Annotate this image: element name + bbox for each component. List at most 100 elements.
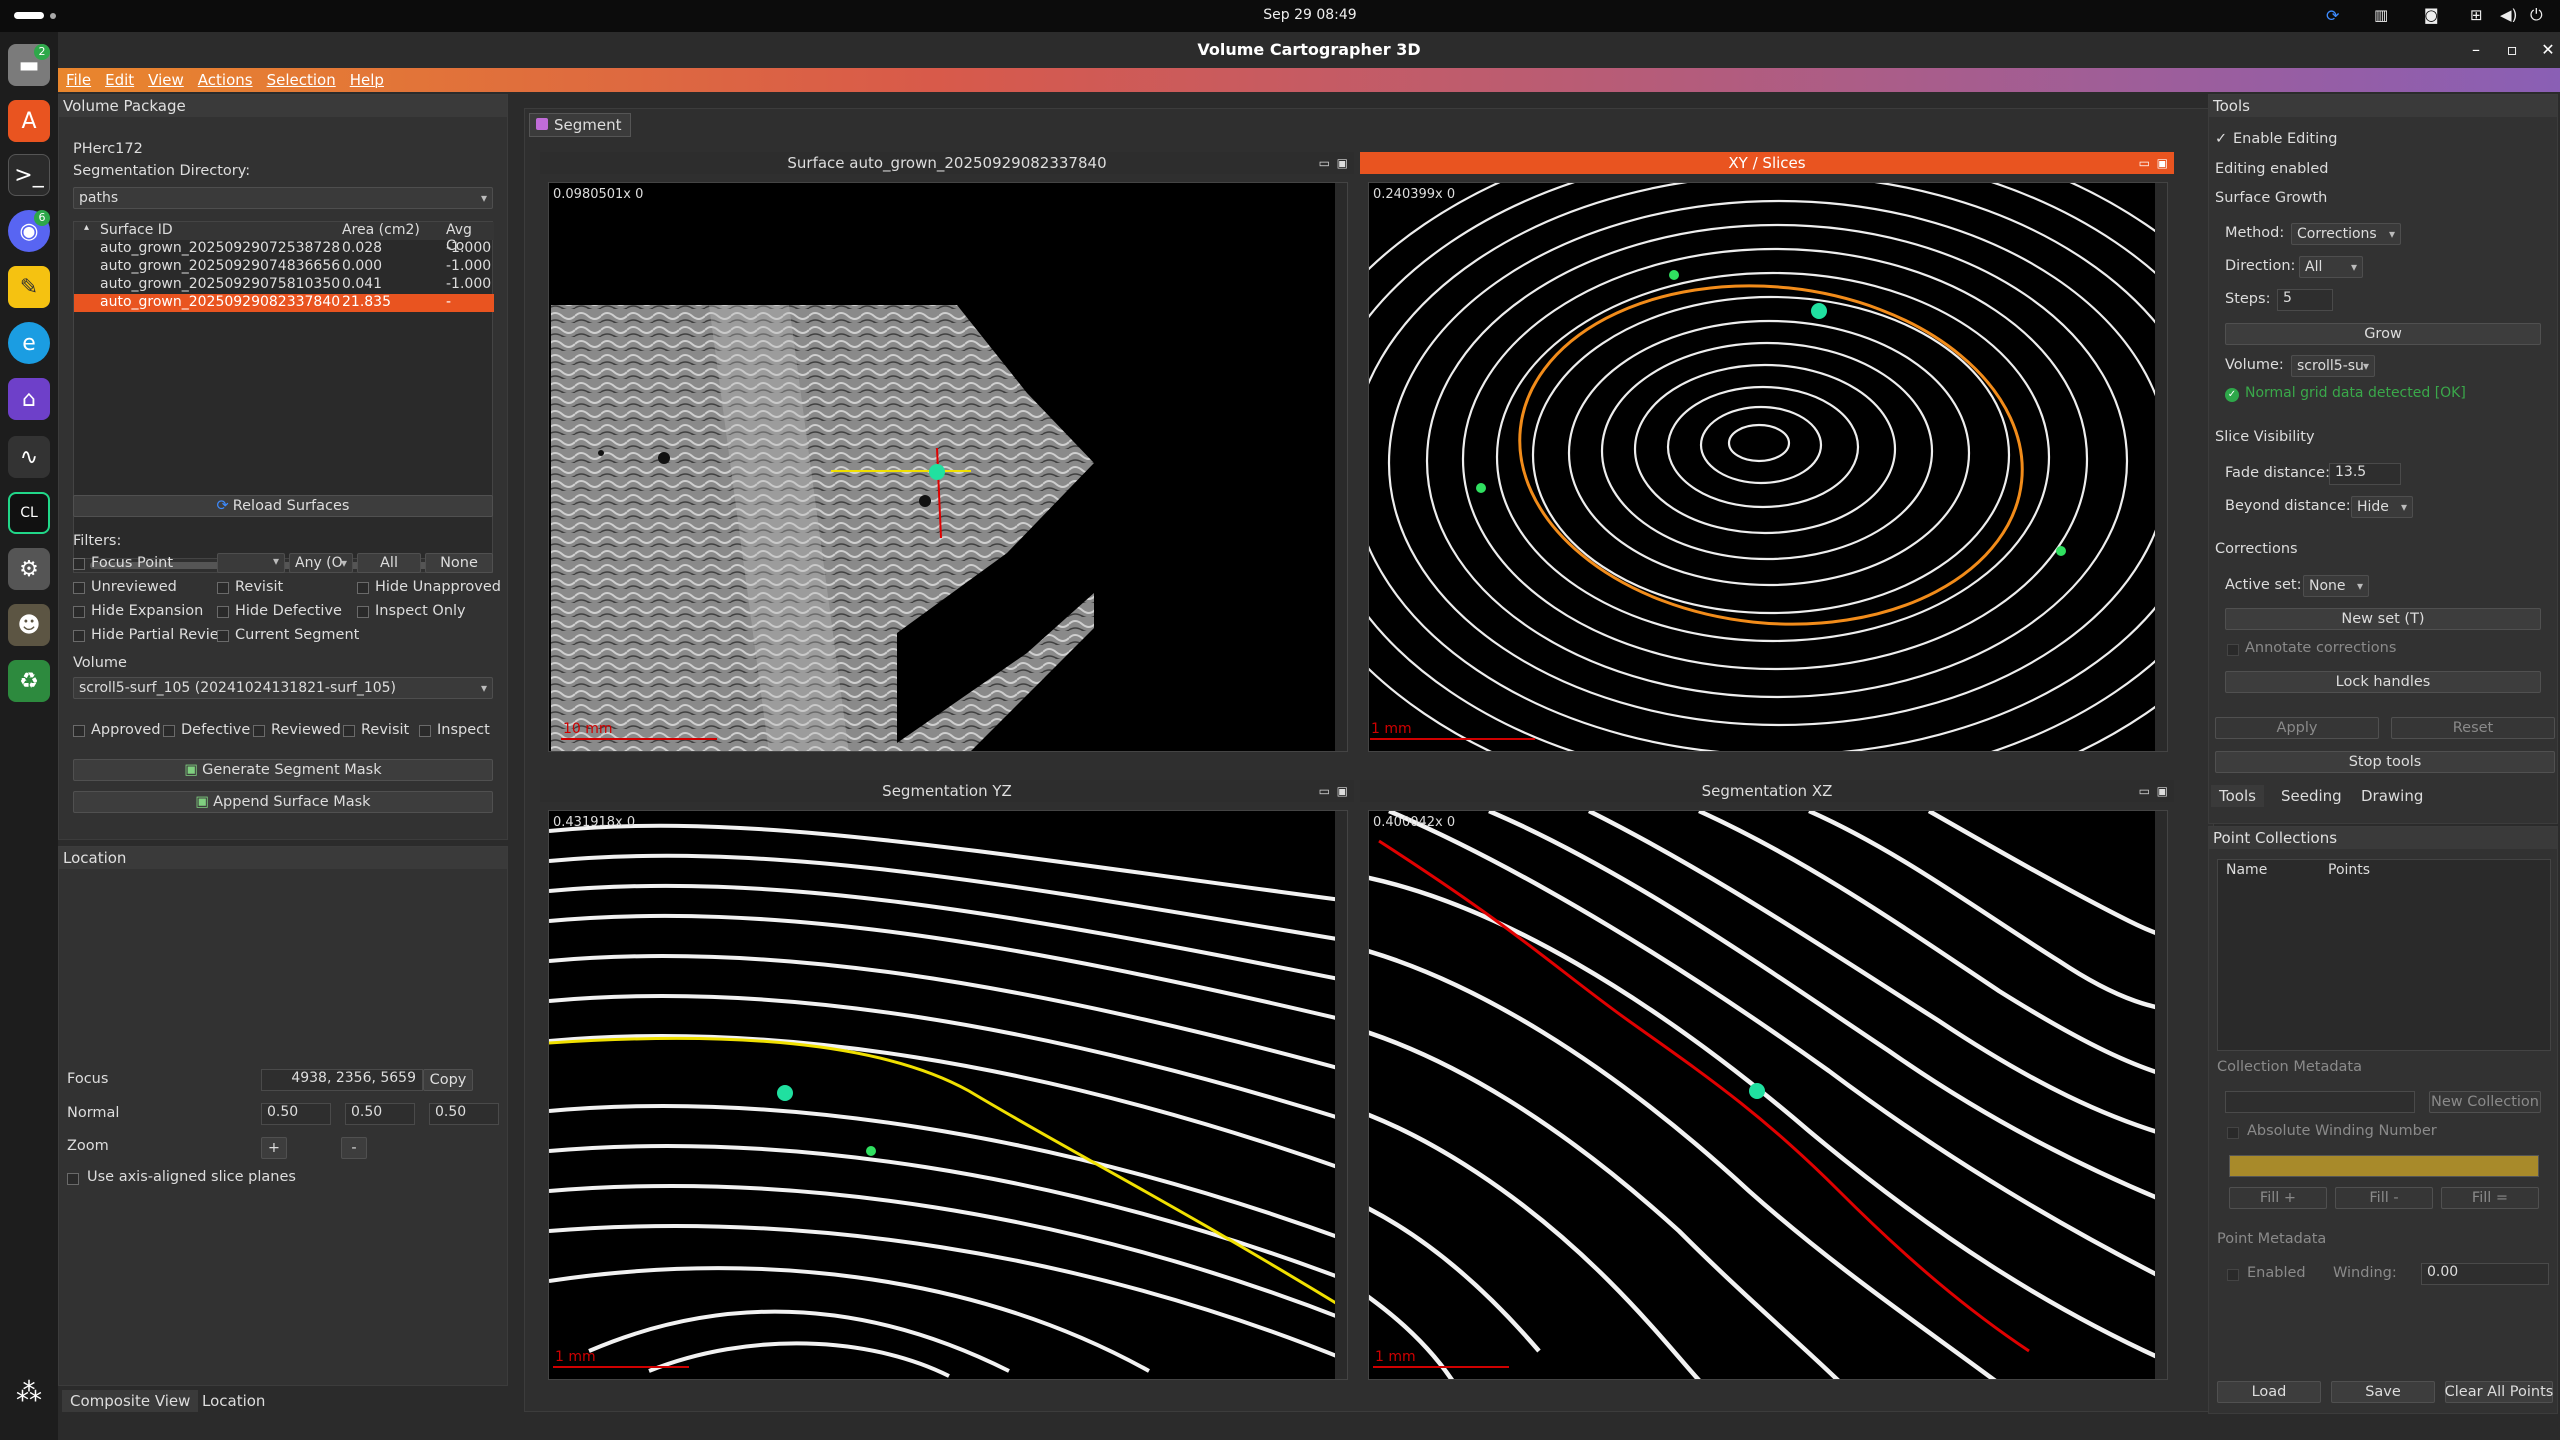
view-float-icon[interactable]: ▭	[1319, 780, 1330, 802]
menu-edit[interactable]: Edit	[105, 71, 134, 89]
xz-view-canvas[interactable]: 1 mm 0.400042x 0	[1368, 810, 2168, 1380]
collection-color-swatch[interactable]	[2229, 1155, 2539, 1177]
vertical-scrollbar[interactable]	[1335, 811, 1347, 1379]
load-button[interactable]: Load	[2217, 1381, 2321, 1403]
grow-button[interactable]: Grow	[2225, 323, 2541, 345]
power-icon[interactable]: ⏻	[2530, 5, 2543, 25]
surface-view-canvas[interactable]: 0.0980501x 0 10 mm	[548, 182, 1348, 752]
tab-tools[interactable]: Tools	[2211, 785, 2264, 807]
unreviewed-checkbox[interactable]	[73, 582, 85, 594]
revisit-tag-checkbox[interactable]	[343, 725, 355, 737]
approved-checkbox[interactable]	[73, 725, 85, 737]
menu-help[interactable]: Help	[350, 71, 384, 89]
app-center-icon[interactable]: A	[8, 100, 50, 142]
zoom-in-button[interactable]: +	[261, 1137, 287, 1159]
tab-seeding[interactable]: Seeding	[2273, 785, 2350, 807]
xy-view-canvas[interactable]: 1 mm 0.240399x 0	[1368, 182, 2168, 752]
activities-indicator[interactable]	[14, 12, 44, 19]
table-row[interactable]: auto_grown_20250929075810350 0.041 -1.00…	[74, 276, 494, 294]
copy-focus-button[interactable]: Copy	[423, 1069, 473, 1091]
fade-distance-field[interactable]: 13.5	[2329, 463, 2401, 485]
network-icon[interactable]: ⊞	[2470, 6, 2483, 24]
any-combo[interactable]: Any (O	[289, 553, 353, 573]
reviewed-checkbox[interactable]	[253, 725, 265, 737]
all-button[interactable]: All	[357, 553, 421, 573]
current-segment-checkbox[interactable]	[217, 630, 229, 642]
maximize-icon[interactable]: ▫	[2494, 32, 2530, 68]
view-close-icon[interactable]: ▣	[2157, 152, 2168, 174]
view-close-icon[interactable]: ▣	[1337, 152, 1348, 174]
fill-eq-button[interactable]: Fill =	[2441, 1187, 2539, 1209]
terminal-icon[interactable]: >_	[8, 154, 50, 196]
settings-icon[interactable]: ⚙	[8, 548, 50, 590]
sync-icon[interactable]: ⟳	[2326, 6, 2339, 25]
defective-checkbox[interactable]	[163, 725, 175, 737]
inspect-tag-checkbox[interactable]	[419, 725, 431, 737]
axis-aligned-checkbox[interactable]	[67, 1173, 79, 1185]
growth-volume-combo[interactable]: scroll5-su	[2291, 355, 2375, 377]
minimize-icon[interactable]: –	[2458, 32, 2494, 68]
table-row[interactable]: auto_grown_20250929074836656 0.000 -1.00…	[74, 258, 494, 276]
apply-button[interactable]: Apply	[2215, 717, 2379, 739]
focus-point-combo[interactable]	[217, 553, 285, 573]
view-float-icon[interactable]: ▭	[2139, 152, 2150, 174]
steps-field[interactable]: 5	[2277, 289, 2333, 311]
col-area[interactable]: Area (cm2)	[342, 222, 420, 238]
collection-name-field[interactable]	[2225, 1091, 2415, 1113]
system-monitor-dock-icon[interactable]: ∿	[8, 436, 50, 478]
view-close-icon[interactable]: ▣	[1337, 780, 1348, 802]
enable-editing-checkbox[interactable]: ✓	[2215, 131, 2227, 147]
menu-actions[interactable]: Actions	[198, 71, 253, 89]
point-enabled-checkbox[interactable]	[2227, 1269, 2239, 1281]
append-surface-mask-button[interactable]: ▣ Append Surface Mask	[73, 791, 493, 813]
view-close-icon[interactable]: ▣	[2157, 780, 2168, 802]
beyond-distance-combo[interactable]: Hide	[2351, 496, 2413, 518]
yz-view-canvas[interactable]: 1 mm 0.431918x 0	[548, 810, 1348, 1380]
text-editor-icon[interactable]: ✎	[8, 266, 50, 308]
normal-x-field[interactable]: 0.50	[261, 1103, 331, 1125]
col-surface-id[interactable]: Surface ID	[100, 222, 173, 238]
save-button[interactable]: Save	[2331, 1381, 2435, 1403]
view-float-icon[interactable]: ▭	[2139, 780, 2150, 802]
hide-partial-checkbox[interactable]	[73, 630, 85, 642]
trash-icon[interactable]: ♻	[8, 660, 50, 702]
gimp-icon[interactable]: ☻	[8, 604, 50, 646]
clear-all-points-button[interactable]: Clear All Points	[2445, 1381, 2553, 1403]
winding-field[interactable]: 0.00	[2421, 1263, 2549, 1285]
discord-tray-icon[interactable]: ◙	[2424, 6, 2439, 24]
method-combo[interactable]: Corrections	[2291, 223, 2401, 245]
normal-y-field[interactable]: 0.50	[345, 1103, 415, 1125]
tab-composite-view[interactable]: Composite View	[62, 1390, 199, 1412]
normal-z-field[interactable]: 0.50	[429, 1103, 499, 1125]
table-row-selected[interactable]: auto_grown_20250929082337840 21.835 -	[74, 294, 494, 312]
focus-point-checkbox[interactable]	[73, 558, 85, 570]
direction-combo[interactable]: All	[2299, 256, 2363, 278]
fill-minus-button[interactable]: Fill -	[2335, 1187, 2433, 1209]
lock-handles-button[interactable]: Lock handles	[2225, 671, 2541, 693]
volume-combo[interactable]: scroll5-surf_105 (20241024131821-surf_10…	[73, 677, 493, 699]
seg-dir-combo[interactable]: paths	[73, 187, 493, 209]
vertical-scrollbar[interactable]	[2155, 811, 2167, 1379]
hide-expansion-checkbox[interactable]	[73, 606, 85, 618]
zoom-out-button[interactable]: -	[341, 1137, 367, 1159]
menu-file[interactable]: File	[66, 71, 91, 89]
focus-value-field[interactable]: 4938, 2356, 5659	[261, 1069, 423, 1091]
edge-browser-icon[interactable]: e	[8, 322, 50, 364]
revisit-filter-checkbox[interactable]	[217, 582, 229, 594]
new-collection-button[interactable]: New Collection	[2429, 1091, 2541, 1113]
vertical-scrollbar[interactable]	[1335, 183, 1347, 751]
close-icon[interactable]: ✕	[2530, 32, 2560, 68]
new-set-button[interactable]: New set (T)	[2225, 608, 2541, 630]
show-apps-icon[interactable]: ⁂	[8, 1372, 50, 1414]
col-name[interactable]: Name	[2226, 862, 2267, 878]
reload-surfaces-button[interactable]: ⟳ Reload Surfaces	[73, 495, 493, 517]
active-set-combo[interactable]: None	[2303, 575, 2369, 597]
github-icon[interactable]: ⌂	[8, 378, 50, 420]
clock[interactable]: Sep 29 08:49	[1240, 7, 1380, 23]
none-button[interactable]: None	[425, 553, 493, 573]
tab-segment[interactable]: Segment	[529, 113, 631, 137]
tab-drawing[interactable]: Drawing	[2353, 785, 2431, 807]
col-points[interactable]: Points	[2328, 862, 2370, 878]
clion-icon[interactable]: CL	[8, 492, 50, 534]
reset-button[interactable]: Reset	[2391, 717, 2555, 739]
